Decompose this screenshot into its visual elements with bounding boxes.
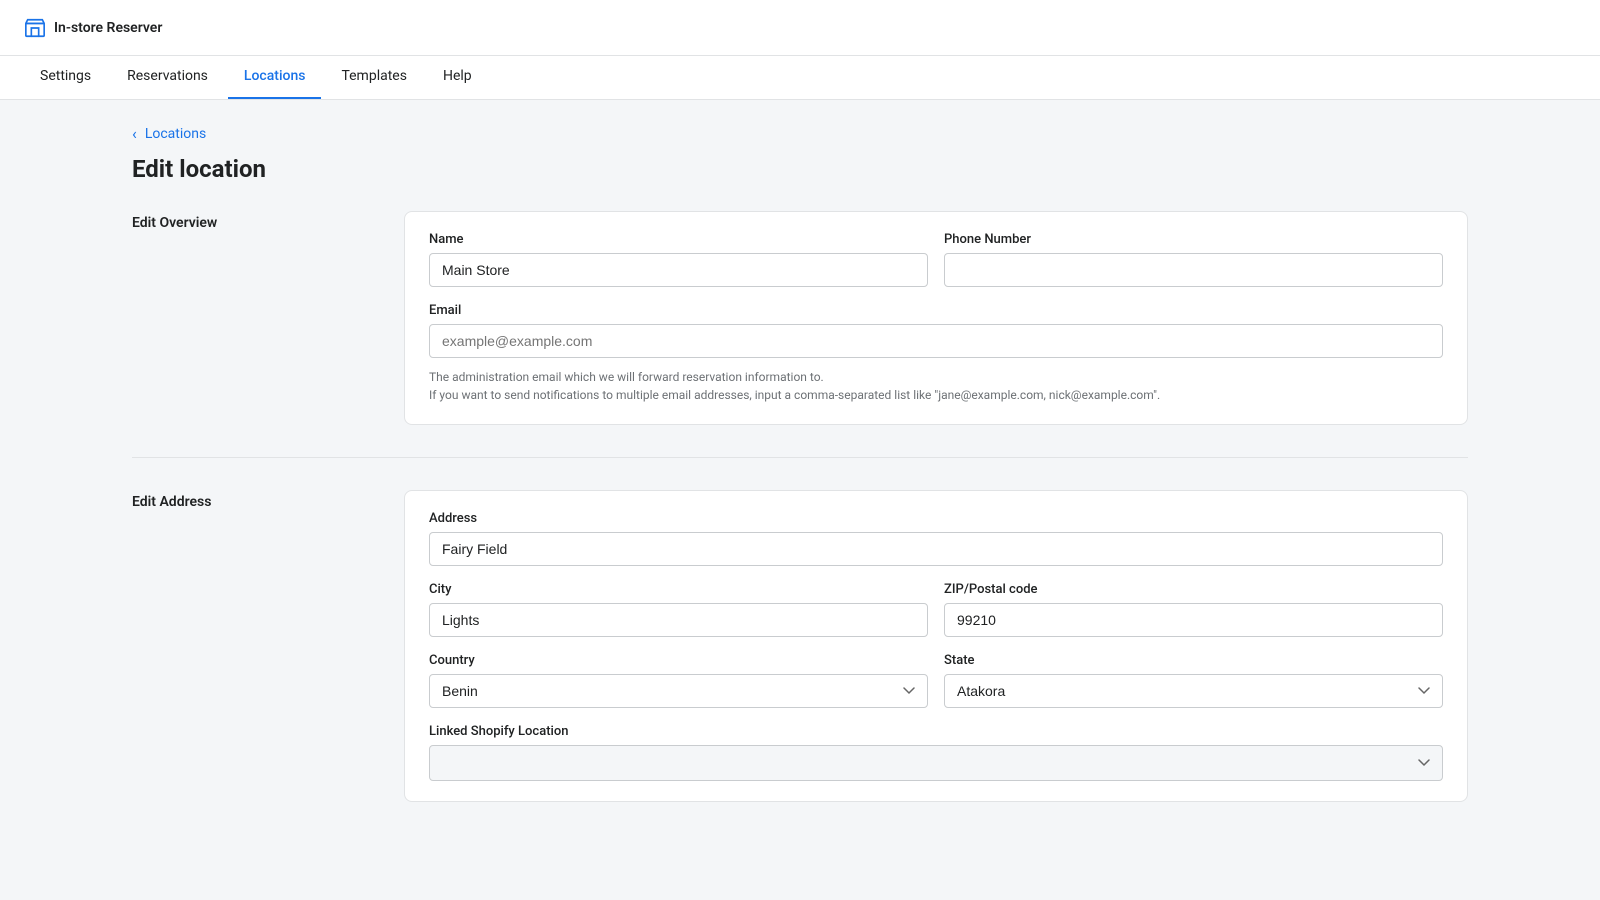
phone-label: Phone Number (944, 232, 1443, 247)
edit-address-card: Address City ZIP/Postal code Country (404, 490, 1468, 802)
page-content: ‹ Locations Edit location Edit Overview … (100, 100, 1500, 858)
nav-help[interactable]: Help (427, 55, 488, 99)
email-hint: The administration email which we will f… (429, 368, 1443, 404)
zip-group: ZIP/Postal code (944, 582, 1443, 637)
zip-input[interactable] (944, 603, 1443, 637)
edit-address-section: Edit Address Address City ZIP/Postal cod… (132, 490, 1468, 802)
address-input[interactable] (429, 532, 1443, 566)
phone-input[interactable] (944, 253, 1443, 287)
nav-bar: Settings Reservations Locations Template… (0, 56, 1600, 100)
app-name: In-store Reserver (54, 20, 162, 36)
edit-overview-section: Edit Overview Name Phone Number Email Th… (132, 211, 1468, 458)
city-input[interactable] (429, 603, 928, 637)
nav-reservations[interactable]: Reservations (111, 55, 224, 99)
city-label: City (429, 582, 928, 597)
breadcrumb-chevron: ‹ (132, 124, 137, 143)
edit-address-label: Edit Address (132, 490, 372, 802)
edit-overview-card: Name Phone Number Email The administrati… (404, 211, 1468, 425)
app-header: In-store Reserver (0, 0, 1600, 56)
linked-shopify-label: Linked Shopify Location (429, 724, 1443, 739)
state-select[interactable]: Atakora (944, 674, 1443, 708)
email-hint-1: The administration email which we will f… (429, 370, 824, 384)
address-group: Address (429, 511, 1443, 566)
zip-label: ZIP/Postal code (944, 582, 1443, 597)
country-group: Country Benin (429, 653, 928, 708)
city-zip-row: City ZIP/Postal code (429, 582, 1443, 637)
app-logo: In-store Reserver (24, 17, 162, 39)
country-state-row: Country Benin State Atakora (429, 653, 1443, 708)
name-input[interactable] (429, 253, 928, 287)
country-select[interactable]: Benin (429, 674, 928, 708)
nav-templates[interactable]: Templates (325, 55, 423, 99)
breadcrumb[interactable]: ‹ Locations (132, 124, 1468, 143)
breadcrumb-label: Locations (145, 126, 206, 142)
linked-shopify-group: Linked Shopify Location (429, 724, 1443, 781)
address-label: Address (429, 511, 1443, 526)
name-label: Name (429, 232, 928, 247)
name-phone-row: Name Phone Number (429, 232, 1443, 287)
city-group: City (429, 582, 928, 637)
name-group: Name (429, 232, 928, 287)
email-group: Email The administration email which we … (429, 303, 1443, 404)
store-icon (24, 17, 46, 39)
state-label: State (944, 653, 1443, 668)
nav-locations[interactable]: Locations (228, 55, 322, 99)
state-group: State Atakora (944, 653, 1443, 708)
email-hint-2: If you want to send notifications to mul… (429, 388, 1160, 402)
nav-settings[interactable]: Settings (24, 55, 107, 99)
linked-shopify-select[interactable] (429, 745, 1443, 781)
email-label: Email (429, 303, 1443, 318)
phone-group: Phone Number (944, 232, 1443, 287)
page-title: Edit location (132, 155, 1468, 183)
edit-overview-label: Edit Overview (132, 211, 372, 425)
email-input[interactable] (429, 324, 1443, 358)
country-label: Country (429, 653, 928, 668)
